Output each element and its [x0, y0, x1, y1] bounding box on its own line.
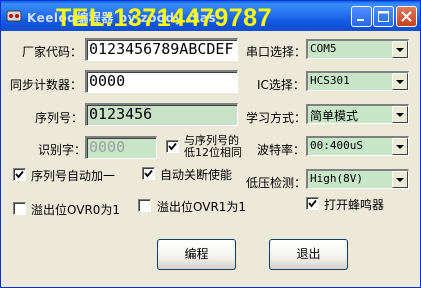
auto-disable-checkbox[interactable]	[142, 167, 155, 180]
chevron-down-icon	[396, 113, 404, 117]
checkmark-icon	[144, 169, 153, 178]
buzzer-label: 打开蜂鸣器	[324, 198, 385, 212]
title-bar[interactable]: Keeloq编程器 by zoody clas TEL:13714479787	[1, 1, 420, 32]
exit-button[interactable]: 退出	[269, 239, 348, 270]
port-select[interactable]: COM5	[306, 39, 409, 59]
ic-select[interactable]: HCS301	[306, 71, 409, 91]
ic-dropdown-button[interactable]	[392, 73, 408, 90]
identifier-label: 识别字：	[38, 143, 87, 157]
factory-code-label: 厂家代码：	[22, 45, 83, 59]
buzzer-checkbox[interactable]	[306, 197, 319, 210]
port-select-value: COM5	[310, 42, 337, 55]
ovr1-checkbox[interactable]	[138, 199, 151, 212]
baud-select[interactable]: 00:400uS	[306, 136, 409, 156]
chevron-down-icon	[396, 145, 404, 149]
mode-dropdown-button[interactable]	[392, 106, 408, 123]
ovr1-label: 溢出位OVR1为1	[157, 200, 247, 214]
program-button[interactable]: 编程	[157, 239, 236, 270]
serial-label: 序列号：	[35, 111, 84, 125]
same-low12-checkbox[interactable]	[166, 140, 179, 153]
lowvolt-select-value: High(8V)	[310, 172, 363, 185]
sync-counter-input[interactable]: 0000	[85, 70, 238, 93]
minimize-button[interactable]	[351, 6, 372, 27]
serial-input[interactable]: 0123456	[85, 103, 238, 126]
close-button[interactable]	[396, 6, 417, 27]
serial-auto-inc-checkbox[interactable]	[13, 168, 26, 181]
chevron-down-icon	[396, 48, 404, 52]
port-dropdown-button[interactable]	[392, 41, 408, 58]
ovr0-checkbox[interactable]	[13, 202, 26, 215]
baud-label: 波特率：	[257, 143, 306, 157]
baud-dropdown-button[interactable]	[392, 138, 408, 155]
sync-counter-label: 同步计数器：	[10, 78, 83, 92]
lowvolt-label: 低压检测：	[246, 176, 307, 190]
app-icon	[6, 10, 22, 22]
identifier-input[interactable]: 0000	[85, 136, 157, 159]
mode-select[interactable]: 简单模式	[306, 104, 409, 124]
maximize-button[interactable]	[373, 6, 394, 27]
serial-auto-inc-label: 序列号自动加一	[31, 169, 116, 183]
ic-label: IC选择：	[257, 78, 305, 92]
checkmark-icon	[15, 170, 24, 179]
factory-code-input[interactable]: 0123456789ABCDEF	[85, 38, 238, 61]
phone-watermark: TEL:13714479787	[56, 4, 272, 32]
lowvolt-select[interactable]: High(8V)	[306, 169, 409, 189]
mode-label: 学习方式：	[246, 111, 307, 125]
mode-select-value: 简单模式	[310, 109, 359, 123]
auto-disable-label: 自动关断使能	[160, 168, 233, 182]
baud-select-value: 00:400uS	[310, 139, 363, 152]
close-icon	[401, 11, 412, 22]
chevron-down-icon	[396, 80, 404, 84]
maximize-icon	[378, 11, 389, 22]
port-label: 串口选择：	[246, 45, 307, 59]
ovr0-label: 溢出位OVR0为1	[31, 203, 121, 217]
chevron-down-icon	[396, 178, 404, 182]
same-low12-label-line2: 低12位相同	[184, 146, 242, 159]
minimize-icon	[357, 19, 364, 21]
checkmark-icon	[308, 199, 317, 208]
app-window: Keeloq编程器 by zoody clas TEL:13714479787 …	[0, 0, 421, 288]
lowvolt-dropdown-button[interactable]	[392, 171, 408, 188]
ic-select-value: HCS301	[310, 74, 350, 87]
checkmark-icon	[168, 142, 177, 151]
